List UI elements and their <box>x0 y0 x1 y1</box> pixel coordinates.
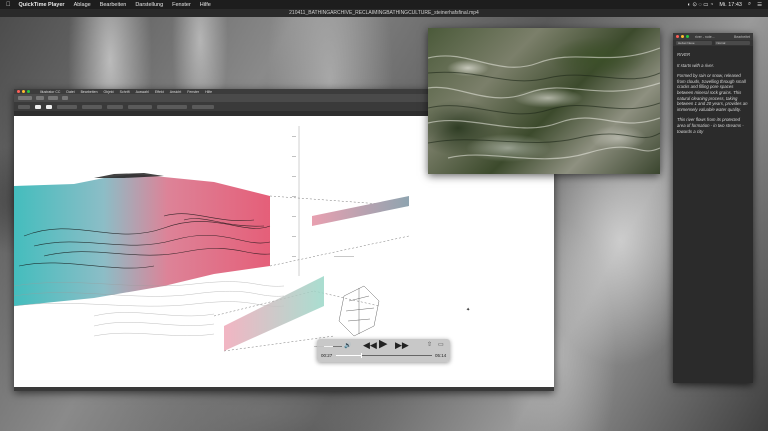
video-filename: 210411_BATHINGARCHIVE_RECLAIMINGBATHINGC… <box>289 10 479 16</box>
remaining-time: 05:14 <box>435 353 447 358</box>
notes-zoom-button[interactable] <box>686 35 689 38</box>
volume-slider[interactable] <box>324 346 342 347</box>
illustrator-menu-auswahl[interactable]: Auswahl <box>136 90 149 94</box>
notes-window-controls <box>676 35 689 38</box>
play-icon[interactable]: ▶ <box>379 339 387 350</box>
scrubber-playhead[interactable] <box>360 353 362 358</box>
menu-app-name[interactable]: QuickTime Player <box>19 2 65 8</box>
player-titlebar: 210411_BATHINGARCHIVE_RECLAIMINGBATHINGC… <box>0 9 768 17</box>
illustrator-menu-datei[interactable]: Datei <box>66 90 74 94</box>
share-icon[interactable]: ⇧ <box>427 342 432 348</box>
satellite-mountain-image <box>428 47 660 160</box>
city-map-sketch <box>338 285 380 337</box>
status-icons[interactable]: ◐ ⊙ ◌ ▭ ◔ <box>688 2 714 8</box>
control-field[interactable] <box>18 104 30 109</box>
fill-swatch[interactable] <box>35 104 41 109</box>
illustrator-menu-effekt[interactable]: Effekt <box>155 90 164 94</box>
illustrator-menu-ansicht[interactable]: Ansicht <box>170 90 181 94</box>
menu-fenster[interactable]: Fenster <box>172 2 191 8</box>
rewind-icon[interactable]: ◀◀ <box>363 341 377 350</box>
illustrator-statusbar <box>14 387 554 391</box>
terrain-surface <box>14 174 270 306</box>
menu-hilfe[interactable]: Hilfe <box>200 2 211 8</box>
toolbar-chip[interactable] <box>62 96 68 100</box>
notes-paragraph: It starts with a river. <box>677 62 715 68</box>
notes-paragraph: This river flows from its protected area… <box>677 117 744 134</box>
minimize-button[interactable] <box>22 90 25 93</box>
clock[interactable]: Mi. 17:43 <box>719 2 742 8</box>
illustrator-menu-schrift[interactable]: Schrift <box>120 90 130 94</box>
toolbar-chip[interactable] <box>48 96 58 100</box>
notes-edited-badge: Bearbeitet <box>734 34 750 39</box>
control-center-icon[interactable]: ☰ <box>757 2 762 8</box>
control-field[interactable] <box>107 104 123 109</box>
menu-ablage[interactable]: Ablage <box>74 2 91 8</box>
mouse-cursor-icon: ✦ <box>466 307 471 313</box>
notes-heading: RIVER <box>677 52 691 57</box>
toolbar-chip[interactable] <box>36 96 44 100</box>
notes-window: river - note... Bearbeitet Helvet Neue N… <box>673 33 753 383</box>
zoom-button[interactable] <box>27 90 30 93</box>
playback-controls: 🔊 ◀◀ ▶ ▶▶ ⇧ ▭ 00:27 05:14 <box>317 339 450 362</box>
control-field[interactable] <box>157 104 187 109</box>
scrubber[interactable] <box>336 353 432 358</box>
style-selector[interactable]: Nornal <box>714 41 750 45</box>
illustrator-menu-bearbeiten[interactable]: Bearbeiten <box>81 90 98 94</box>
axis-ticks <box>292 136 296 257</box>
font-selector[interactable]: Helvet Neue <box>676 41 712 45</box>
notes-close-button[interactable] <box>676 35 679 38</box>
toolbar-chip[interactable] <box>18 96 32 100</box>
section-profile-lower <box>224 276 324 351</box>
scrubber-played <box>336 355 361 356</box>
control-field[interactable] <box>128 104 152 109</box>
search-icon[interactable]: ⌕ <box>748 1 751 8</box>
control-field[interactable] <box>57 104 77 109</box>
notes-titlebar: river - note... Bearbeitet <box>673 33 753 40</box>
volume-level <box>324 346 333 347</box>
control-field[interactable] <box>82 104 102 109</box>
fast-forward-icon[interactable]: ▶▶ <box>395 341 409 350</box>
satellite-image-window[interactable] <box>428 28 660 174</box>
illustrator-app-name[interactable]: Illustrator CC <box>40 90 60 94</box>
speaker-icon[interactable]: 🔊 <box>344 342 351 349</box>
notes-paragraph: Formed by rain or snow, released from cl… <box>677 73 748 112</box>
stroke-swatch[interactable] <box>46 104 52 109</box>
menu-darstellung[interactable]: Darstellung <box>135 2 163 8</box>
control-field[interactable] <box>192 104 214 109</box>
notes-minimize-button[interactable] <box>681 35 684 38</box>
menu-bearbeiten[interactable]: Bearbeiten <box>100 2 127 8</box>
notes-text-body[interactable]: RIVER It starts with a river. Formed by … <box>673 46 753 145</box>
menubar:  QuickTime Player Ablage Bearbeiten Dar… <box>0 0 768 9</box>
airplay-icon[interactable]: ▭ <box>438 342 444 348</box>
elapsed-time: 00:27 <box>321 353 333 358</box>
window-controls <box>17 90 30 93</box>
section-profile-upper <box>312 196 409 226</box>
apple-icon[interactable]:  <box>6 2 11 8</box>
notes-title: river - note... <box>695 34 715 39</box>
illustrator-menu-hilfe[interactable]: Hilfe <box>205 90 212 94</box>
close-button[interactable] <box>17 90 20 93</box>
illustrator-menu-objekt[interactable]: Objekt <box>104 90 114 94</box>
illustrator-menu-fenster[interactable]: Fenster <box>187 90 199 94</box>
